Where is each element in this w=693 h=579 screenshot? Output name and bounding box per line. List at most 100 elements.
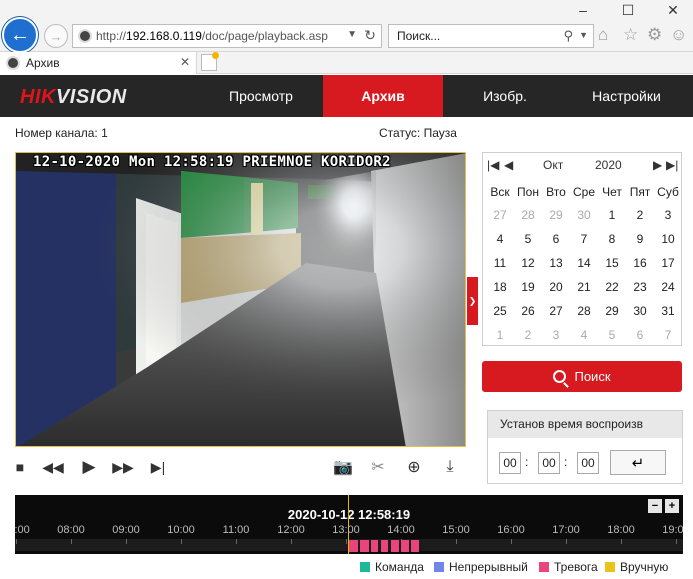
time-panel-title: Установ время воспроизв <box>488 411 682 438</box>
chevron-down-icon[interactable]: ▼ <box>347 29 357 40</box>
next-month-icon[interactable]: ▶ <box>653 158 662 172</box>
calendar-day[interactable]: 6 <box>542 228 570 250</box>
calendar-day[interactable]: 20 <box>542 276 570 298</box>
timeline-zoom-in-button[interactable]: + <box>665 499 679 513</box>
calendar-day[interactable]: 12 <box>514 252 542 274</box>
calendar-day[interactable]: 29 <box>598 300 626 322</box>
calendar-day[interactable]: 26 <box>514 300 542 322</box>
new-tab-button[interactable] <box>201 52 219 71</box>
calendar-day[interactable]: 1 <box>486 324 514 346</box>
nav-live-view[interactable]: Просмотр <box>205 75 317 117</box>
calendar-day[interactable]: 17 <box>654 252 682 274</box>
chevron-down-icon[interactable]: ▼ <box>579 30 588 40</box>
speed-up-button[interactable]: ▶▶ <box>112 455 134 479</box>
calendar-day[interactable]: 14 <box>570 252 598 274</box>
calendar-day[interactable]: 29 <box>542 204 570 226</box>
calendar-day[interactable]: 1 <box>598 204 626 226</box>
back-button[interactable]: ← <box>2 17 38 53</box>
calendar-day[interactable]: 28 <box>570 300 598 322</box>
calendar-day[interactable]: 27 <box>486 204 514 226</box>
calendar-day[interactable]: 10 <box>654 228 682 250</box>
single-frame-button[interactable]: ▶| <box>147 455 169 479</box>
calendar-day[interactable]: 16 <box>626 252 654 274</box>
play-button[interactable]: ▶ <box>78 455 100 479</box>
browser-tab[interactable]: Архив ✕ <box>0 52 197 74</box>
calendar-day[interactable]: 5 <box>598 324 626 346</box>
calendar-day[interactable]: 18 <box>486 276 514 298</box>
minute-input[interactable]: 00 <box>538 452 560 474</box>
alarm-recording-segment[interactable] <box>381 540 388 552</box>
slow-down-button[interactable]: ◀◀ <box>42 455 64 479</box>
timeline[interactable]: 2020-10-12 12:58:19 − + 07:00 08:00 09:00 1… <box>15 495 683 554</box>
alarm-recording-segment[interactable] <box>391 540 399 552</box>
search-icon[interactable]: ⚲ <box>563 28 573 44</box>
close-window-button[interactable]: ✕ <box>662 2 684 19</box>
calendar-day[interactable]: 15 <box>598 252 626 274</box>
next-year-icon[interactable]: ▶| <box>666 158 678 172</box>
clip-button[interactable]: ✂ <box>367 455 389 479</box>
second-input[interactable]: 00 <box>577 452 599 474</box>
calendar-day[interactable]: 2 <box>626 204 654 226</box>
calendar-day[interactable]: 7 <box>570 228 598 250</box>
address-bar[interactable]: http://192.168.0.119/doc/page/playback.a… <box>72 24 382 48</box>
maximize-button[interactable]: ☐ <box>617 2 639 19</box>
address-url[interactable]: http://192.168.0.119/doc/page/playback.a… <box>96 29 328 43</box>
calendar-month[interactable]: Окт <box>543 158 563 172</box>
browser-search-input[interactable]: Поиск... <box>397 29 440 43</box>
go-to-time-button[interactable]: ↵ <box>610 450 666 475</box>
prev-year-icon[interactable]: |◀ <box>487 158 499 172</box>
calendar-day[interactable]: 3 <box>542 324 570 346</box>
collapse-panel-button[interactable]: ❯ <box>467 277 478 325</box>
calendar-day[interactable]: 27 <box>542 300 570 322</box>
calendar-day[interactable]: 31 <box>654 300 682 322</box>
hour-input[interactable]: 00 <box>499 452 521 474</box>
calendar-day[interactable]: 7 <box>654 324 682 346</box>
smiley-icon[interactable]: ☺ <box>670 25 687 45</box>
forward-button[interactable]: → <box>44 24 68 48</box>
alarm-recording-segment[interactable] <box>411 540 419 552</box>
calendar-year[interactable]: 2020 <box>595 158 622 172</box>
nav-playback[interactable]: Архив <box>323 75 443 117</box>
timeline-hour-label: 08:00 <box>57 524 85 536</box>
calendar-day[interactable]: 8 <box>598 228 626 250</box>
minimize-button[interactable]: – <box>572 2 594 18</box>
calendar-day[interactable]: 9 <box>626 228 654 250</box>
calendar-day[interactable]: 25 <box>486 300 514 322</box>
prev-month-icon[interactable]: ◀ <box>504 158 513 172</box>
calendar-day[interactable]: 21 <box>570 276 598 298</box>
calendar-day[interactable]: 19 <box>514 276 542 298</box>
nav-picture[interactable]: Изобр. <box>450 75 560 117</box>
calendar-day[interactable]: 23 <box>626 276 654 298</box>
capture-button[interactable]: 📷 <box>332 455 354 479</box>
gear-icon[interactable]: ⚙ <box>647 25 662 45</box>
alarm-recording-segment[interactable] <box>360 540 369 552</box>
calendar-day[interactable]: 22 <box>598 276 626 298</box>
browser-search-box[interactable]: Поиск... ⚲ ▼ <box>388 24 594 48</box>
calendar-day[interactable]: 30 <box>626 300 654 322</box>
calendar-day[interactable]: 6 <box>626 324 654 346</box>
download-button[interactable]: ⤓ <box>439 455 461 479</box>
home-icon[interactable]: ⌂ <box>598 25 608 45</box>
stop-button[interactable]: ■ <box>9 455 31 479</box>
close-tab-icon[interactable]: ✕ <box>180 55 190 69</box>
timeline-zoom-out-button[interactable]: − <box>648 499 662 513</box>
alarm-recording-segment[interactable] <box>349 540 358 552</box>
calendar-day[interactable]: 3 <box>654 204 682 226</box>
calendar-day[interactable]: 4 <box>570 324 598 346</box>
calendar-day[interactable]: 4 <box>486 228 514 250</box>
alarm-recording-segment[interactable] <box>371 540 378 552</box>
search-button[interactable]: Поиск <box>482 361 682 392</box>
calendar-day[interactable]: 5 <box>514 228 542 250</box>
nav-configuration[interactable]: Настройки <box>570 75 683 117</box>
calendar-day[interactable]: 13 <box>542 252 570 274</box>
calendar-day[interactable]: 2 <box>514 324 542 346</box>
calendar-day[interactable]: 30 <box>570 204 598 226</box>
refresh-icon[interactable]: ↻ <box>364 27 376 44</box>
calendar-day[interactable]: 11 <box>486 252 514 274</box>
calendar-day[interactable]: 28 <box>514 204 542 226</box>
star-icon[interactable]: ☆ <box>623 25 638 45</box>
alarm-recording-segment[interactable] <box>401 540 409 552</box>
video-player[interactable]: 12-10-2020 Mon 12:58:19 PRIEMNOE KORIDOR… <box>15 152 466 447</box>
digital-zoom-button[interactable]: ⊕ <box>403 455 425 479</box>
calendar-day[interactable]: 24 <box>654 276 682 298</box>
